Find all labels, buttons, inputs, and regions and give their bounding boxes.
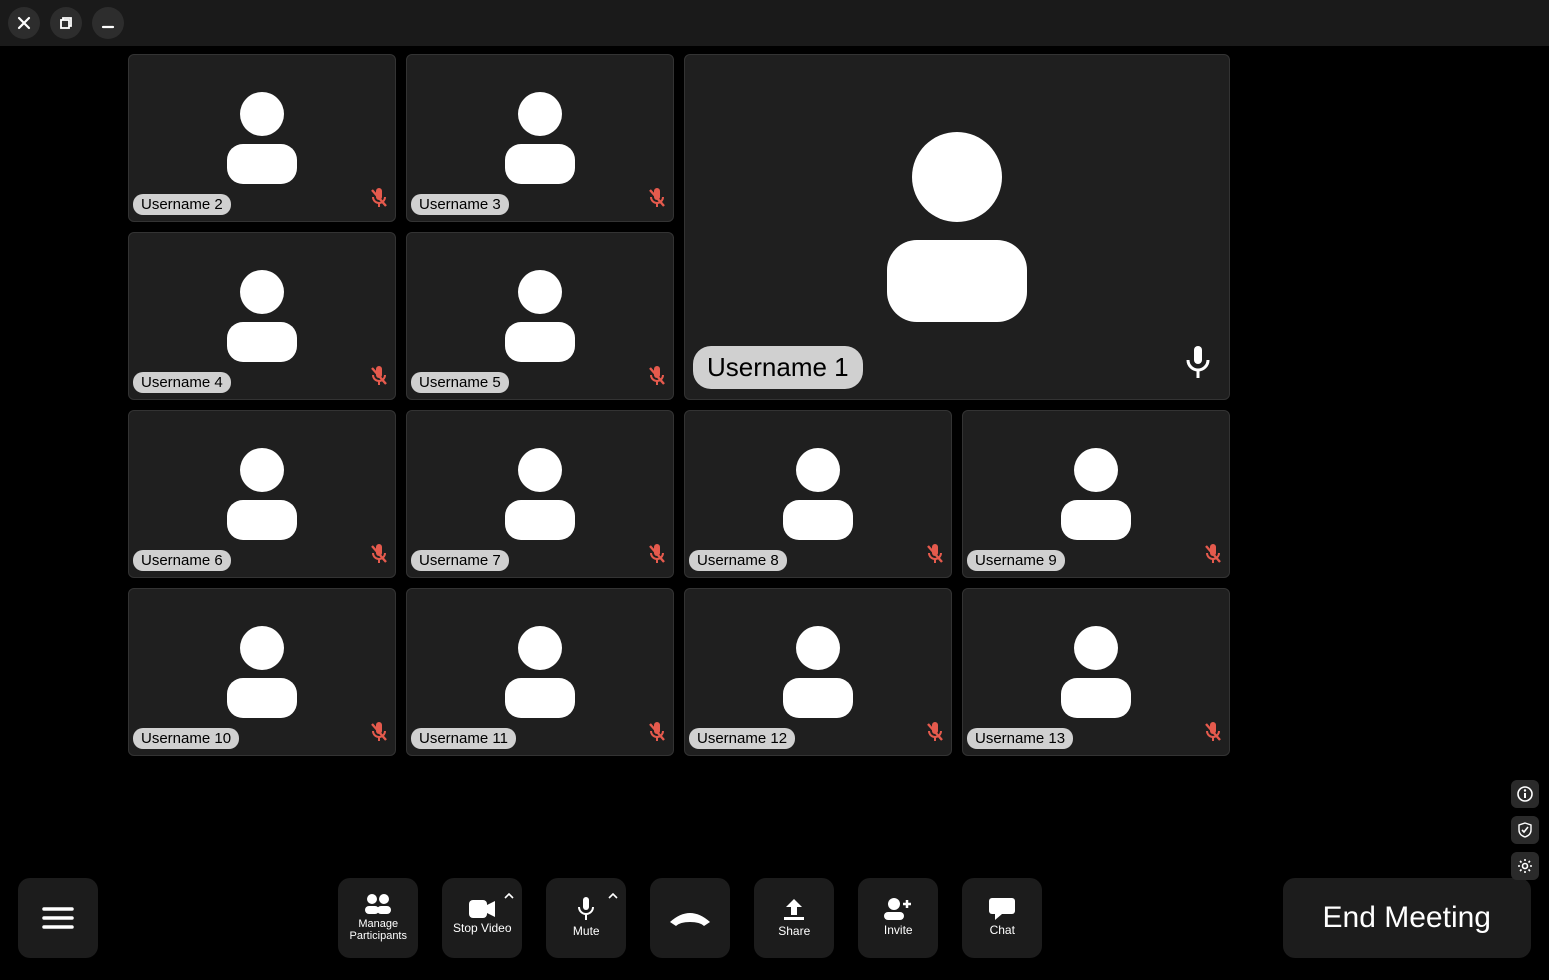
minimize-icon [100,15,116,31]
shield-icon [1517,822,1533,838]
add-person-icon [884,898,912,920]
participant-tile[interactable]: Username 5 [406,232,674,400]
security-button[interactable] [1511,816,1539,844]
participant-tile[interactable]: Username 2 [128,54,396,222]
side-controls [1511,780,1539,880]
info-icon [1517,786,1533,802]
hamburger-icon [42,906,74,930]
window-controls [0,0,1549,46]
close-icon [16,15,32,31]
avatar-icon [505,448,575,540]
mic-active-icon [1185,346,1211,385]
manage-participants-button[interactable]: Manage Participants [338,878,418,958]
participant-name: Username 8 [689,550,787,571]
mic-muted-icon [371,722,387,747]
hangup-button[interactable] [650,878,730,958]
bottom-toolbar: Manage Participants Stop Video Mute Shar… [0,878,1549,958]
active-speaker-tile[interactable]: Username 1 [684,54,1230,400]
avatar-icon [227,448,297,540]
participant-tile[interactable]: Username 10 [128,588,396,756]
mic-muted-icon [649,722,665,747]
participant-name: Username 11 [411,728,516,749]
mic-muted-icon [927,722,943,747]
mic-muted-icon [371,188,387,213]
minimize-window-button[interactable] [92,7,124,39]
mic-muted-icon [371,544,387,569]
share-button[interactable]: Share [754,878,834,958]
avatar-icon [505,92,575,184]
participant-tile[interactable]: Username 11 [406,588,674,756]
avatar-icon [1061,448,1131,540]
restore-window-button[interactable] [50,7,82,39]
mic-muted-icon [371,366,387,391]
avatar-icon [227,270,297,362]
participant-name: Username 10 [133,728,239,749]
video-icon [469,900,495,918]
participant-name: Username 9 [967,550,1065,571]
mic-muted-icon [1205,722,1221,747]
end-meeting-button[interactable]: End Meeting [1283,878,1531,958]
mic-icon [577,897,595,921]
tool-label: Chat [990,924,1015,937]
participant-tile[interactable]: Username 12 [684,588,952,756]
mic-muted-icon [649,544,665,569]
participant-tile[interactable]: Username 13 [962,588,1230,756]
participant-name: Username 5 [411,372,509,393]
mic-muted-icon [1205,544,1221,569]
participant-grid: Username 2 Username 3 Username 1 Usernam… [128,54,1230,756]
participant-name: Username 1 [693,346,863,389]
participant-tile[interactable]: Username 9 [962,410,1230,578]
restore-icon [58,15,74,31]
tool-label: Invite [884,924,913,937]
participant-tile[interactable]: Username 3 [406,54,674,222]
end-meeting-label: End Meeting [1323,901,1491,935]
tool-label: Share [778,925,810,938]
participant-name: Username 4 [133,372,231,393]
tool-label: Mute [573,925,600,938]
settings-button[interactable] [1511,852,1539,880]
avatar-icon [1061,626,1131,718]
participant-tile[interactable]: Username 8 [684,410,952,578]
participants-icon [363,894,393,914]
participant-tile[interactable]: Username 4 [128,232,396,400]
share-icon [782,897,806,921]
avatar-icon [887,132,1027,322]
participant-name: Username 12 [689,728,795,749]
avatar-icon [227,92,297,184]
mic-muted-icon [649,188,665,213]
avatar-icon [783,448,853,540]
mute-button[interactable]: Mute [546,878,626,958]
avatar-icon [505,270,575,362]
chevron-up-icon [608,886,618,904]
mic-muted-icon [927,544,943,569]
avatar-icon [505,626,575,718]
participant-name: Username 6 [133,550,231,571]
invite-button[interactable]: Invite [858,878,938,958]
info-button[interactable] [1511,780,1539,808]
chat-icon [989,898,1015,920]
participant-tile[interactable]: Username 7 [406,410,674,578]
gear-icon [1517,858,1533,874]
stop-video-button[interactable]: Stop Video [442,878,522,958]
tool-label: Stop Video [453,922,512,935]
menu-button[interactable] [18,878,98,958]
phone-hangup-icon [668,908,712,928]
participant-tile[interactable]: Username 6 [128,410,396,578]
participant-name: Username 7 [411,550,509,571]
participant-name: Username 2 [133,194,231,215]
chat-button[interactable]: Chat [962,878,1042,958]
participant-name: Username 3 [411,194,509,215]
avatar-icon [227,626,297,718]
mic-muted-icon [649,366,665,391]
avatar-icon [783,626,853,718]
participant-name: Username 13 [967,728,1073,749]
close-window-button[interactable] [8,7,40,39]
tool-label: Manage Participants [350,918,407,942]
chevron-up-icon [504,886,514,904]
